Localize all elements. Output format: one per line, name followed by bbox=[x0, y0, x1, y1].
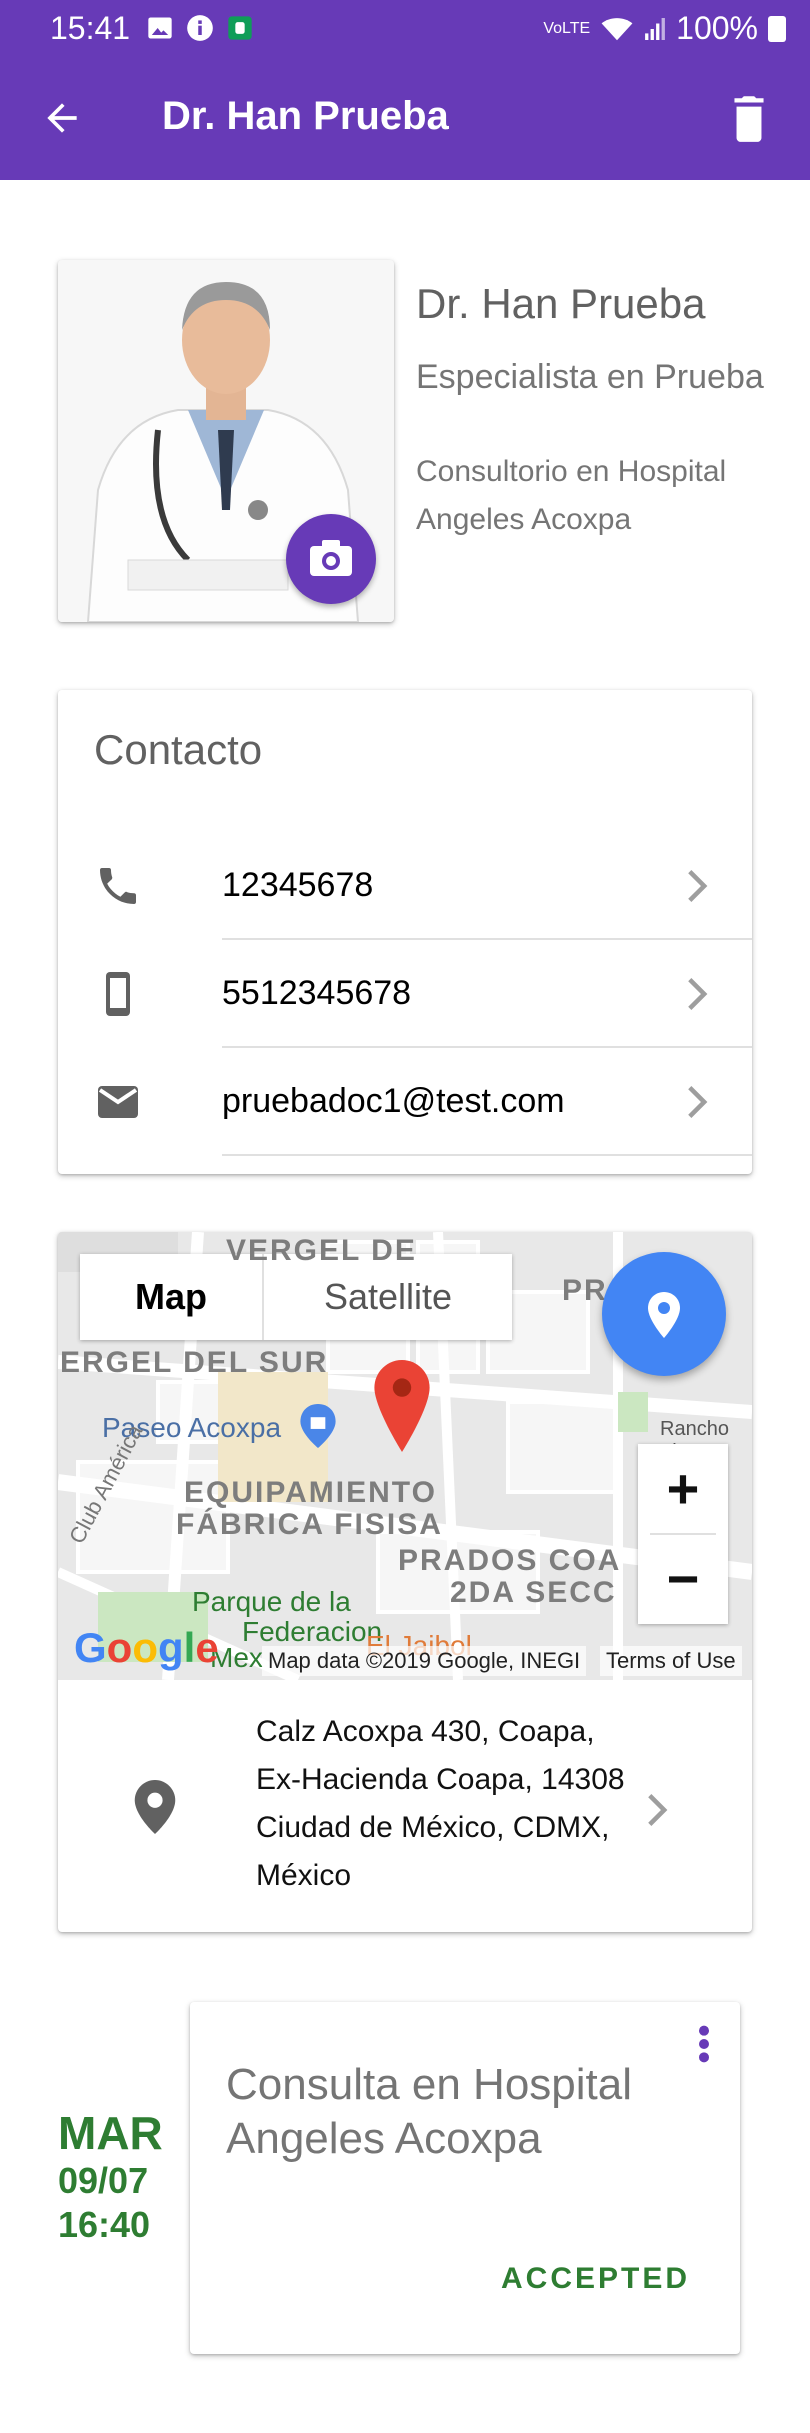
appointment-time: 16:40 bbox=[58, 2204, 151, 2245]
contact-phone-row[interactable]: 12345678 bbox=[58, 832, 752, 940]
app-bar-title: Dr. Han Prueba bbox=[162, 94, 449, 138]
doctor-name: Dr. Han Prueba bbox=[416, 280, 706, 327]
volte-indicator: VoLTE bbox=[543, 19, 591, 37]
status-bar: 15:41 VoLTE 100% bbox=[0, 0, 810, 56]
address-text: Calz Acoxpa 430, Coapa, Ex-Hacienda Coap… bbox=[256, 1715, 625, 1892]
location-card: Map Satellite VERGEL DE ERGEL DEL SUR PR… bbox=[58, 1232, 752, 1932]
contact-phone-value: 12345678 bbox=[222, 866, 374, 904]
chevron-right-icon bbox=[688, 978, 708, 1010]
back-arrow-icon[interactable] bbox=[40, 96, 84, 140]
divider bbox=[222, 1154, 752, 1156]
status-time: 15:41 bbox=[50, 10, 131, 46]
contact-card: Contacto 12345678 5512345678 pruebadoc1@… bbox=[58, 690, 752, 1174]
phone-icon bbox=[100, 868, 136, 904]
app-notification-icon bbox=[228, 16, 252, 40]
image-icon bbox=[148, 17, 172, 39]
zoom-out-button[interactable]: − bbox=[638, 1534, 728, 1624]
map-terms-link[interactable]: Terms of Use bbox=[600, 1646, 742, 1676]
map-label: VERGEL DE bbox=[226, 1234, 417, 1267]
contact-mobile-value: 5512345678 bbox=[222, 974, 412, 1012]
appointment-title: Consulta en Hospital Angeles Acoxpa bbox=[226, 2060, 633, 2163]
info-icon bbox=[187, 15, 213, 41]
place-icon bbox=[648, 1292, 680, 1338]
email-icon bbox=[98, 1086, 138, 1118]
change-photo-button[interactable] bbox=[286, 514, 376, 604]
status-right: VoLTE 100% bbox=[543, 10, 786, 47]
map-label: EQUIPAMIENTO bbox=[184, 1476, 437, 1509]
contact-title: Contacto bbox=[94, 726, 263, 773]
zoom-control: + − bbox=[638, 1444, 728, 1624]
map-attribution: Map data ©2019 Google, INEGI bbox=[262, 1646, 587, 1676]
doctor-photo bbox=[58, 260, 394, 622]
battery-icon bbox=[768, 15, 786, 42]
shopping-place-icon bbox=[300, 1404, 336, 1448]
chevron-right-icon bbox=[688, 1086, 708, 1118]
signal-icon bbox=[645, 17, 666, 40]
contact-mobile-row[interactable]: 5512345678 bbox=[58, 940, 752, 1048]
google-logo: Google bbox=[74, 1624, 219, 1671]
map-label: FÁBRICA FISISA bbox=[176, 1508, 443, 1541]
mobile-phone-icon bbox=[106, 972, 130, 1016]
battery-percent: 100% bbox=[676, 10, 758, 46]
doctor-office: Consultorio en Hospital Angeles Acoxpa bbox=[416, 455, 727, 536]
notification-icons bbox=[146, 14, 254, 42]
chevron-right-icon bbox=[648, 1794, 668, 1826]
app-bar: Dr. Han Prueba bbox=[0, 56, 810, 180]
location-pin-icon bbox=[134, 1780, 176, 1834]
camera-icon bbox=[310, 540, 352, 576]
delete-icon[interactable] bbox=[724, 90, 774, 144]
wifi-icon bbox=[601, 17, 633, 40]
appointment-day: MAR bbox=[58, 2107, 163, 2159]
more-vert-icon[interactable] bbox=[698, 2024, 710, 2064]
map-park-label: Parque de la bbox=[192, 1586, 351, 1617]
zoom-in-button[interactable]: + bbox=[638, 1444, 728, 1534]
map-label: ERGEL DEL SUR bbox=[60, 1346, 329, 1379]
open-location-button[interactable] bbox=[602, 1252, 726, 1376]
appointment-date: 09/07 bbox=[58, 2160, 149, 2201]
appointment-status: ACCEPTED bbox=[500, 2262, 690, 2295]
location-pin-icon bbox=[374, 1360, 430, 1452]
doctor-specialty: Especialista en Prueba bbox=[416, 358, 764, 396]
map-view[interactable]: Map Satellite VERGEL DE ERGEL DEL SUR PR… bbox=[58, 1232, 752, 1680]
chevron-right-icon bbox=[688, 870, 708, 902]
appointment-card[interactable]: Consulta en Hospital Angeles Acoxpa ACCE… bbox=[190, 2002, 740, 2354]
contact-email-row[interactable]: pruebadoc1@test.com bbox=[58, 1048, 752, 1156]
map-park-label: Federacion bbox=[242, 1616, 383, 1647]
contact-email-value: pruebadoc1@test.com bbox=[222, 1082, 565, 1120]
map-label: PRADOS COA bbox=[398, 1544, 622, 1577]
map-label: 2DA SECC bbox=[450, 1576, 617, 1609]
